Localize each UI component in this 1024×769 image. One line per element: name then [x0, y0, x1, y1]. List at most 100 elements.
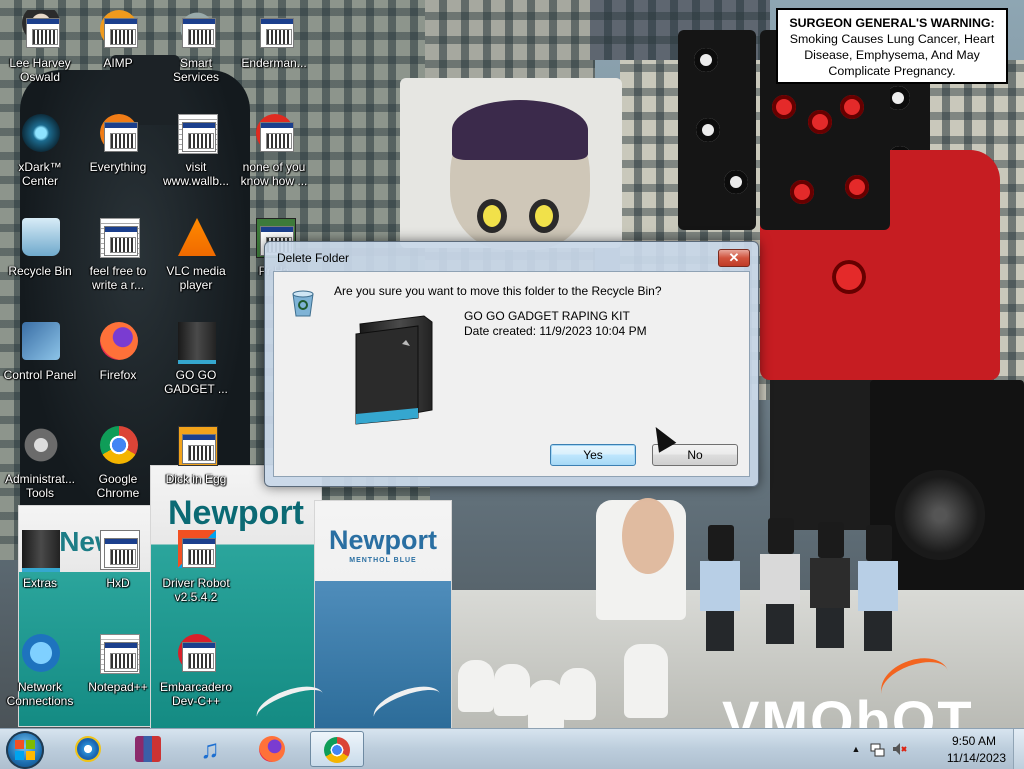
- delete-folder-dialog[interactable]: Delete Folder ✕ Are you sure you want to…: [264, 241, 759, 487]
- wallpaper-toilet: [560, 668, 596, 720]
- taskbar-itunes[interactable]: ♫: [184, 731, 238, 767]
- chrome-icon: [100, 426, 138, 464]
- folder-icon: [22, 530, 60, 572]
- firefox-icon: [100, 322, 138, 360]
- volume-muted-icon[interactable]: [892, 741, 908, 757]
- desktop-icon-label: Dick in Egg: [165, 472, 227, 486]
- wallpaper-eye: [535, 205, 553, 227]
- desktop-icon-label: Lee Harvey Oswald: [9, 56, 71, 84]
- windows-logo-icon: [15, 740, 24, 749]
- recycle-bin-icon: [288, 286, 318, 318]
- desktop-icon[interactable]: xDark™ Center: [2, 108, 78, 204]
- dialog-close-button[interactable]: ✕: [718, 249, 750, 267]
- firefox-icon: [259, 736, 285, 762]
- desktop-icon-label: Smart Services: [172, 56, 219, 84]
- winrar-icon: [135, 736, 161, 762]
- clock-time[interactable]: 9:50 AM: [952, 734, 996, 748]
- desktop-icon-label: Firefox: [99, 368, 137, 382]
- show-desktop-button[interactable]: [1013, 729, 1024, 769]
- desktop-icon[interactable]: HxD: [80, 524, 156, 620]
- dialog-title: Delete Folder: [277, 251, 350, 265]
- music-note-icon: ♫: [200, 734, 220, 764]
- desktop-icon[interactable]: Smart Services: [158, 4, 234, 100]
- shortcut-exe-icon: [26, 18, 60, 48]
- desktop-icon[interactable]: none of you know how ...: [236, 108, 312, 204]
- network-icon[interactable]: [870, 741, 886, 757]
- desktop-icon-label: Extras: [22, 576, 57, 590]
- chrome-icon: [324, 737, 350, 763]
- desktop-icon[interactable]: Embarcadero Dev-C++: [158, 628, 234, 724]
- shortcut-exe-icon: [260, 18, 294, 48]
- ie-icon: [75, 736, 101, 762]
- desktop-icon[interactable]: Network Connections: [2, 628, 78, 724]
- desktop-icon-label: Everything: [89, 160, 147, 174]
- wallpaper-speaker-cone: [772, 95, 796, 119]
- wallpaper-skibidi-face: [622, 498, 674, 574]
- desktop-icon-label: HxD: [106, 576, 130, 590]
- shortcut-exe-icon: [182, 538, 216, 568]
- show-hidden-icons-arrow-icon[interactable]: ▲: [848, 741, 864, 757]
- desktop-icon[interactable]: Control Panel: [2, 316, 78, 412]
- wallpaper-eye: [483, 205, 501, 227]
- folder-icon: [354, 314, 440, 426]
- desktop-icon[interactable]: Administrat... Tools: [2, 420, 78, 516]
- desktop-icon[interactable]: Driver Robot v2.5.4.2: [158, 524, 234, 620]
- wallpaper-agent: [760, 518, 800, 644]
- shortcut-exe-icon: [260, 122, 294, 152]
- start-button[interactable]: [6, 731, 44, 769]
- shortcut-exe-icon: [104, 538, 138, 568]
- desktop-icon-label: Embarcadero Dev-C++: [159, 680, 233, 708]
- desktop-icon[interactable]: Dick in Egg: [158, 420, 234, 516]
- wallpaper-toilet: [624, 644, 668, 718]
- clock-date[interactable]: 11/14/2023: [947, 751, 1006, 765]
- wallpaper-speaker-cone: [694, 48, 718, 72]
- wallpaper-agent: [700, 525, 740, 651]
- shortcut-exe-icon: [182, 434, 216, 464]
- taskbar-chrome[interactable]: [310, 731, 364, 767]
- desktop-icon[interactable]: Recycle Bin: [2, 212, 78, 308]
- desktop-icon[interactable]: Firefox: [80, 316, 156, 412]
- wallpaper-toilet: [528, 680, 564, 728]
- shortcut-exe-icon: [104, 642, 138, 672]
- taskbar-internet-explorer[interactable]: [62, 731, 116, 767]
- yes-button[interactable]: Yes: [550, 444, 636, 466]
- taskbar-firefox[interactable]: [246, 731, 300, 767]
- folder-date-created: Date created: 11/9/2023 10:04 PM: [464, 324, 647, 338]
- desktop-icon-label: Recycle Bin: [8, 264, 72, 278]
- xdark-icon: [22, 114, 60, 152]
- wallpaper-speaker-cone: [724, 170, 748, 194]
- desktop-icon[interactable]: Enderman...: [236, 4, 312, 100]
- desktop-icon[interactable]: AIMP: [80, 4, 156, 100]
- desktop-icon[interactable]: visit www.wallb...: [158, 108, 234, 204]
- taskbar-winrar[interactable]: [122, 731, 176, 767]
- admin-tools-icon: [22, 426, 60, 464]
- desktop-icon-label: Administrat... Tools: [4, 472, 76, 500]
- desktop-icon[interactable]: Lee Harvey Oswald: [2, 4, 78, 100]
- wallpaper-speaker-cone: [840, 95, 864, 119]
- desktop-icon[interactable]: Notepad++: [80, 628, 156, 724]
- desktop-icon[interactable]: GO GO GADGET ...: [158, 316, 234, 412]
- desktop-icon[interactable]: feel free to write a r...: [80, 212, 156, 308]
- desktop-icon-label: Enderman...: [241, 56, 307, 70]
- desktop-icon[interactable]: Extras: [2, 524, 78, 620]
- wallpaper-speaker-cone: [832, 260, 866, 294]
- wallpaper-pants: [770, 380, 880, 530]
- shortcut-exe-icon: [182, 122, 216, 152]
- shortcut-exe-icon: [104, 226, 138, 256]
- wallpaper-toilet: [458, 660, 494, 712]
- surgeon-general-warning: SURGEON GENERAL'S WARNING: Smoking Cause…: [776, 8, 1008, 84]
- desktop-icon-label: Notepad++: [88, 680, 148, 694]
- wallpaper-watermark: VMObOT: [722, 689, 974, 728]
- desktop-icon-label: xDark™ Center: [18, 160, 62, 188]
- desktop-icon-label: VLC media player: [166, 264, 226, 292]
- desktop-icon-label: Control Panel: [3, 368, 77, 382]
- desktop-icon[interactable]: VLC media player: [158, 212, 234, 308]
- desktop-icon[interactable]: Everything: [80, 108, 156, 204]
- desktop-icon-label: visit www.wallb...: [162, 160, 230, 188]
- desktop-icon-label: Google Chrome: [96, 472, 140, 500]
- wallpaper-hair: [452, 100, 588, 160]
- shortcut-exe-icon: [104, 18, 138, 48]
- desktop-icon[interactable]: Google Chrome: [80, 420, 156, 516]
- wallpaper-speaker-cone: [808, 110, 832, 134]
- wallpaper-speaker-cone: [790, 180, 814, 204]
